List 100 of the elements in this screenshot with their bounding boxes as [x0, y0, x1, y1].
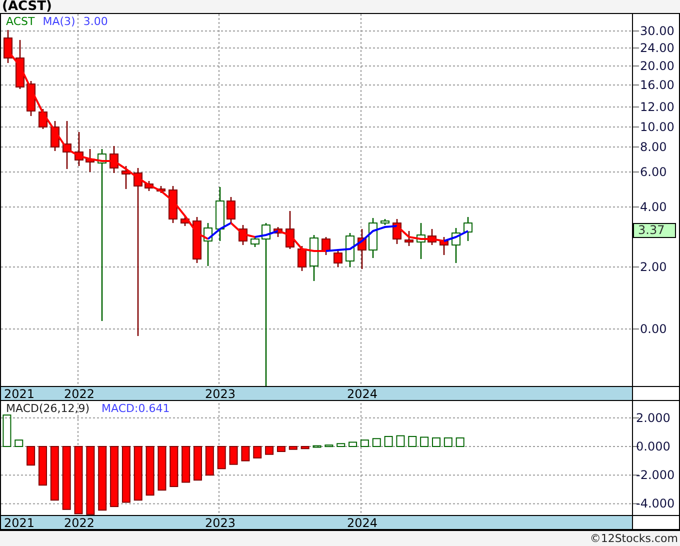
histogram-bar	[38, 446, 47, 486]
year-label: 2023	[205, 516, 236, 530]
axis-label: 2.00	[640, 260, 667, 274]
candlestick	[380, 219, 390, 225]
candlestick	[346, 233, 354, 267]
candlestick	[392, 219, 402, 244]
histogram-bar	[26, 446, 36, 466]
histogram-bar	[336, 443, 346, 447]
candlestick	[180, 216, 190, 226]
candlestick	[110, 146, 118, 173]
chart-title: (ACST)	[2, 0, 52, 13]
axis-label: -4.000	[636, 496, 675, 511]
axis-label: 0.000	[636, 440, 670, 454]
candlestick	[368, 218, 378, 258]
histogram-bar	[384, 436, 393, 447]
legend-label: ACST	[6, 15, 35, 29]
axis-label: 24.00	[640, 41, 674, 55]
histogram-bar	[110, 446, 119, 508]
histogram-bar	[217, 446, 226, 470]
histogram-bar	[146, 446, 154, 496]
axis-label: 0.00	[640, 322, 667, 336]
histogram-bar	[50, 446, 59, 501]
year-label: 2023	[205, 387, 236, 401]
candlestick	[440, 237, 448, 255]
histogram-bar	[62, 446, 71, 510]
candlestick	[452, 228, 460, 263]
candlestick	[334, 249, 342, 267]
candlestick	[74, 132, 84, 166]
legend-label: 3.00	[83, 15, 108, 29]
axis-label: 20.00	[640, 59, 674, 73]
histogram-bar	[420, 436, 429, 447]
candlestick	[62, 121, 72, 169]
histogram-bar	[276, 446, 286, 452]
candlestick	[238, 225, 248, 245]
histogram-bar	[134, 446, 142, 501]
candlestick	[216, 187, 224, 241]
candlestick	[404, 231, 414, 246]
candlestick	[204, 223, 212, 266]
candlestick	[416, 223, 426, 259]
histogram-bar	[408, 436, 417, 447]
histogram-bar	[241, 446, 250, 462]
candlestick	[226, 197, 236, 223]
histogram-bar	[456, 437, 464, 447]
candlestick	[428, 229, 436, 245]
candlestick	[156, 186, 166, 193]
candlestick	[286, 211, 294, 249]
histogram-bar	[170, 446, 178, 488]
histogram-bar	[444, 437, 452, 447]
histogram-bar	[122, 446, 130, 503]
candlestick	[50, 121, 60, 151]
candlestick	[310, 235, 318, 281]
axis-label: 30.00	[640, 24, 674, 38]
axis-label: -2.000	[636, 468, 675, 482]
histogram-bar	[348, 442, 358, 447]
year-label: 2021	[4, 387, 35, 401]
histogram-bar	[324, 444, 334, 448]
axis-label: 12.00	[640, 100, 674, 114]
histogram-bar	[360, 440, 369, 447]
histogram-bar	[98, 446, 107, 511]
histogram-bar	[205, 446, 214, 476]
histogram-bar	[288, 446, 298, 450]
axis-label: 6.00	[640, 165, 667, 179]
candlestick	[298, 246, 306, 271]
candlestick	[168, 186, 178, 223]
candlestick	[16, 40, 24, 89]
axis-label: 2.000	[636, 410, 670, 425]
histogram-bar	[265, 446, 274, 455]
histogram-bar	[312, 445, 322, 448]
legend-label: MACD(26,12,9)	[6, 402, 90, 416]
candlestick	[192, 217, 202, 263]
candlestick	[122, 166, 130, 189]
candlestick	[144, 181, 154, 191]
candlestick	[322, 237, 330, 255]
axis-label: 4.00	[640, 200, 667, 214]
year-label: 2024	[347, 516, 378, 530]
histogram-bar	[14, 440, 24, 447]
candlestick	[4, 30, 12, 63]
year-label: 2022	[64, 387, 95, 401]
histogram-bar	[2, 414, 12, 447]
candlestick	[250, 237, 260, 247]
candlestick	[86, 149, 94, 172]
histogram-bar	[158, 446, 166, 491]
legend-label: MA(3)	[42, 15, 76, 29]
candlestick	[274, 227, 282, 237]
histogram-bar	[74, 446, 83, 514]
axis-label: 8.00	[640, 140, 667, 154]
copyright-text: ©12Stocks.com	[590, 532, 678, 544]
year-label: 2022	[64, 516, 95, 530]
histogram-bar	[432, 437, 440, 447]
histogram-bar	[300, 446, 310, 450]
histogram-bar	[86, 446, 95, 515]
histogram-bar	[372, 438, 381, 447]
axis-label: 10.00	[640, 120, 674, 134]
histogram-bar	[253, 446, 262, 458]
candlestick	[464, 217, 472, 241]
histogram-bar	[229, 446, 238, 465]
legend-label: MACD:0.641	[102, 402, 170, 416]
year-label: 2024	[347, 387, 378, 401]
last-price-label: 3.37	[633, 223, 676, 238]
year-label: 2021	[4, 516, 35, 530]
